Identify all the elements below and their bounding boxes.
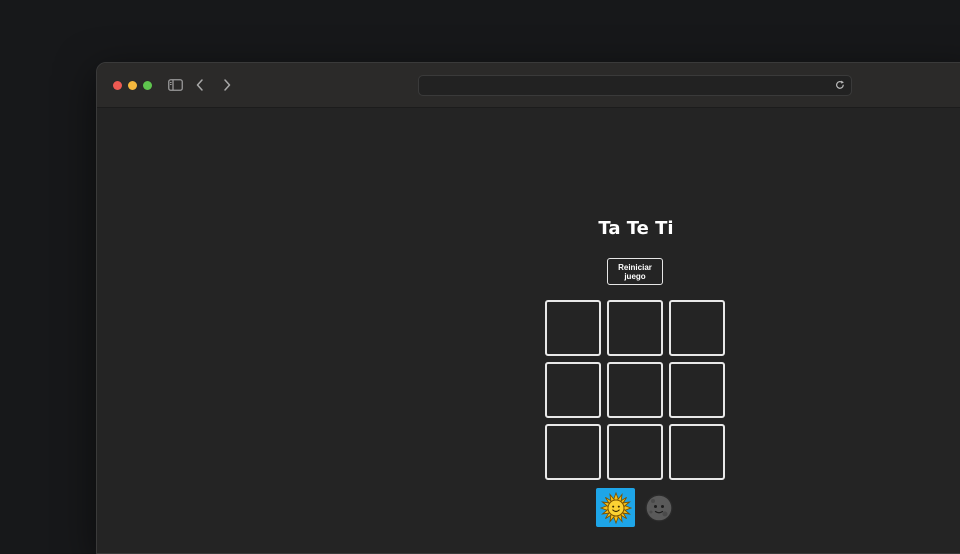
board-cell[interactable] [545,362,601,418]
chevron-right-icon[interactable] [218,76,236,94]
game-board [545,300,725,480]
chevron-left-icon[interactable] [191,76,209,94]
sun-face-icon [599,491,632,524]
turn-indicator [596,488,678,527]
board-cell[interactable] [545,300,601,356]
board-cell[interactable] [669,300,725,356]
browser-window: Ta Te Ti Reiniciar juego [96,62,960,554]
player-moon-turn [639,488,678,527]
board-cell[interactable] [669,362,725,418]
page-title: Ta Te Ti [598,218,674,239]
board-cell[interactable] [607,424,663,480]
reset-game-button[interactable]: Reiniciar juego [607,258,663,285]
board-cell[interactable] [545,424,601,480]
maximize-window-button[interactable] [143,81,152,90]
new-moon-face-icon [644,493,673,522]
board-cell[interactable] [607,362,663,418]
board-cell[interactable] [669,424,725,480]
reload-icon[interactable] [833,78,847,92]
sidebar-toggle-icon[interactable] [166,76,184,94]
close-window-button[interactable] [113,81,122,90]
page-content: Ta Te Ti Reiniciar juego [97,108,960,553]
browser-toolbar [97,63,960,108]
board-cell[interactable] [607,300,663,356]
minimize-window-button[interactable] [128,81,137,90]
player-sun-turn [596,488,635,527]
address-bar[interactable] [418,75,852,96]
